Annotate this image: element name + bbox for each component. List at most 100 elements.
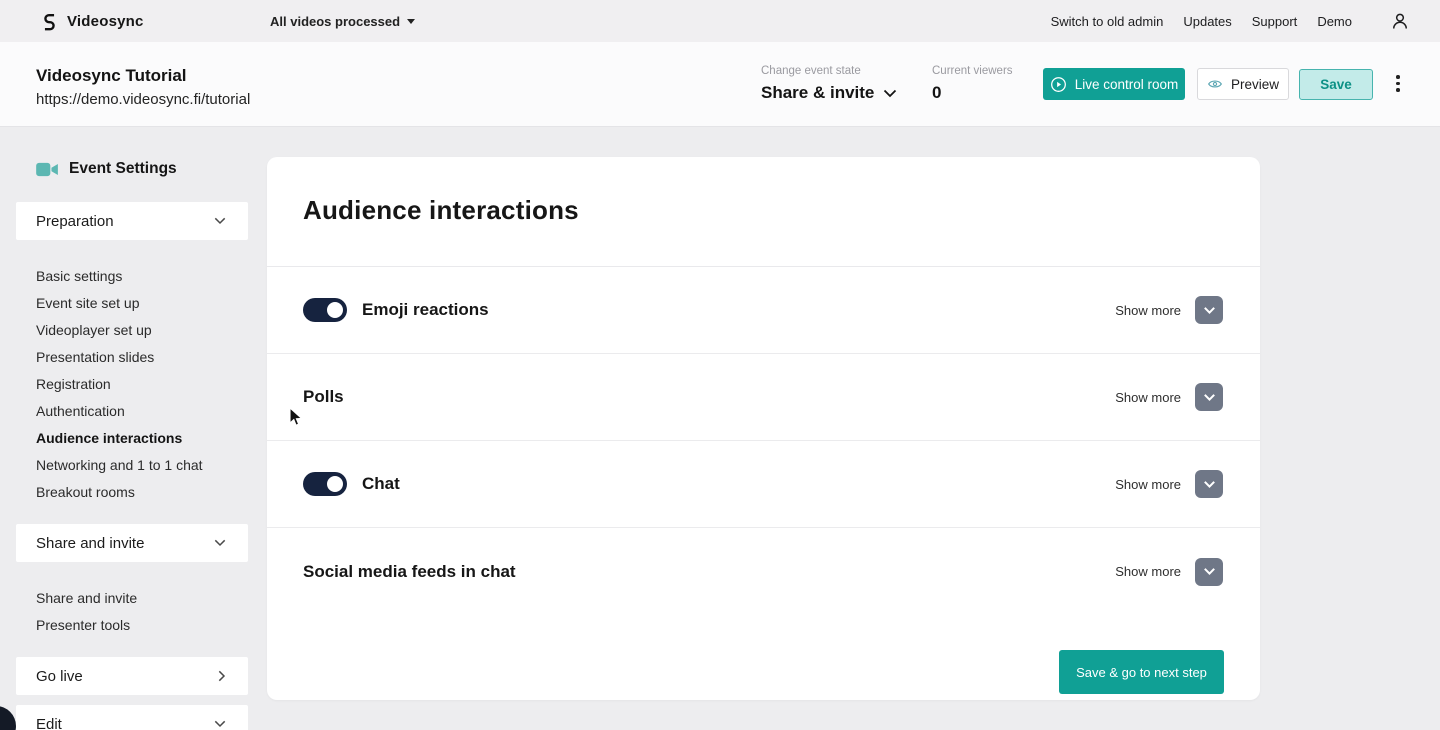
event-state-group: Change event state Share & invite bbox=[761, 65, 897, 103]
chat-toggle[interactable] bbox=[303, 472, 347, 496]
brand-logo[interactable]: Videosync bbox=[40, 0, 144, 42]
sidebar-section-go-live[interactable]: Go live bbox=[16, 657, 248, 695]
videos-status-label: All videos processed bbox=[270, 13, 401, 29]
sidebar-item-presenter-tools[interactable]: Presenter tools bbox=[36, 611, 137, 638]
preview-button[interactable]: Preview bbox=[1197, 68, 1289, 100]
live-control-room-button[interactable]: Live control room bbox=[1043, 68, 1185, 100]
sidebar-section-share-and-invite[interactable]: Share and invite bbox=[16, 524, 248, 562]
sidebar-section-edit[interactable]: Edit bbox=[16, 705, 248, 730]
event-header: Videosync Tutorial https://demo.videosyn… bbox=[0, 42, 1440, 127]
sidebar-item-share-and-invite[interactable]: Share and invite bbox=[36, 584, 137, 611]
row-chat: Chat Show more bbox=[267, 441, 1260, 528]
kebab-dot bbox=[1396, 75, 1400, 79]
sidebar-item-presentation-slides[interactable]: Presentation slides bbox=[36, 343, 203, 370]
row-left: Social media feeds in chat bbox=[303, 562, 516, 582]
row-label: Social media feeds in chat bbox=[303, 561, 516, 581]
chevron-down-icon bbox=[214, 720, 226, 728]
person-icon bbox=[1390, 11, 1410, 31]
row-left: Polls bbox=[303, 387, 344, 407]
eye-icon bbox=[1207, 76, 1223, 92]
preparation-items: Basic settings Event site set up Videopl… bbox=[36, 262, 203, 505]
audience-interactions-card: Audience interactions Emoji reactions Sh… bbox=[267, 157, 1260, 700]
videosync-logo-icon bbox=[40, 12, 59, 31]
sidebar-item-basic-settings[interactable]: Basic settings bbox=[36, 262, 203, 289]
chevron-down-icon bbox=[1203, 393, 1216, 402]
show-more-label[interactable]: Show more bbox=[1115, 564, 1181, 579]
sidebar-item-audience-interactions[interactable]: Audience interactions bbox=[36, 424, 203, 451]
chevron-down-icon bbox=[1203, 480, 1216, 489]
row-polls: Polls Show more bbox=[267, 354, 1260, 441]
show-more-chevron-button[interactable] bbox=[1195, 557, 1223, 586]
updates-link[interactable]: Updates bbox=[1183, 14, 1231, 29]
sidebar-section-preparation[interactable]: Preparation bbox=[16, 202, 248, 240]
current-viewers-label: Current viewers bbox=[932, 65, 1013, 77]
live-control-room-label: Live control room bbox=[1074, 76, 1179, 92]
chevron-down-icon bbox=[214, 217, 226, 225]
chevron-down-icon bbox=[214, 539, 226, 547]
row-right: Show more bbox=[1115, 383, 1223, 411]
row-emoji-reactions: Emoji reactions Show more bbox=[267, 267, 1260, 354]
topnav-links: Switch to old admin Updates Support Demo bbox=[1051, 0, 1352, 42]
videos-status-dropdown[interactable]: All videos processed bbox=[270, 0, 416, 42]
top-navbar: Videosync All videos processed Switch to… bbox=[0, 0, 1440, 42]
go-live-section-label: Go live bbox=[36, 667, 83, 685]
row-right: Show more bbox=[1115, 470, 1223, 498]
save-next-step-button[interactable]: Save & go to next step bbox=[1059, 650, 1224, 694]
edit-section-label: Edit bbox=[36, 715, 62, 730]
row-right: Show more bbox=[1115, 296, 1223, 324]
app-screen: Videosync All videos processed Switch to… bbox=[0, 0, 1440, 730]
share-items: Share and invite Presenter tools bbox=[36, 584, 137, 638]
sidebar-item-networking-1to1-chat[interactable]: Networking and 1 to 1 chat bbox=[36, 451, 203, 478]
kebab-dot bbox=[1396, 81, 1400, 85]
event-state-label: Change event state bbox=[761, 65, 861, 77]
chevron-down-icon bbox=[1203, 567, 1216, 576]
row-left: Emoji reactions bbox=[303, 298, 489, 322]
sidebar-item-registration[interactable]: Registration bbox=[36, 370, 203, 397]
share-section-label: Share and invite bbox=[36, 534, 145, 552]
demo-link[interactable]: Demo bbox=[1317, 14, 1352, 29]
sidebar-item-breakout-rooms[interactable]: Breakout rooms bbox=[36, 478, 203, 505]
event-url-link[interactable]: https://demo.videosync.fi/tutorial bbox=[36, 91, 250, 108]
support-link[interactable]: Support bbox=[1252, 14, 1298, 29]
preview-label: Preview bbox=[1230, 76, 1279, 92]
page-title: Audience interactions bbox=[303, 195, 579, 225]
chevron-down-icon bbox=[883, 89, 897, 98]
show-more-label[interactable]: Show more bbox=[1115, 303, 1181, 318]
toggle-knob bbox=[325, 474, 345, 494]
row-label: Chat bbox=[362, 474, 400, 493]
chevron-right-icon bbox=[218, 670, 226, 682]
show-more-chevron-button[interactable] bbox=[1195, 383, 1223, 411]
row-label: Polls bbox=[303, 387, 344, 406]
sidebar-item-authentication[interactable]: Authentication bbox=[36, 397, 203, 424]
row-right: Show more bbox=[1115, 557, 1223, 586]
show-more-label[interactable]: Show more bbox=[1115, 390, 1181, 405]
current-viewers-count: 0 bbox=[932, 83, 942, 102]
event-state-dropdown[interactable]: Share & invite bbox=[761, 83, 897, 103]
sidebar-title: Event Settings bbox=[36, 160, 177, 178]
emoji-reactions-toggle[interactable] bbox=[303, 298, 347, 322]
show-more-chevron-button[interactable] bbox=[1195, 296, 1223, 324]
kebab-dot bbox=[1396, 88, 1400, 92]
save-button[interactable]: Save bbox=[1299, 69, 1373, 100]
sidebar-item-event-site-set-up[interactable]: Event site set up bbox=[36, 289, 203, 316]
chevron-down-icon bbox=[1203, 306, 1216, 315]
row-left: Chat bbox=[303, 472, 400, 496]
account-button[interactable] bbox=[1390, 11, 1410, 31]
sidebar-item-videoplayer-set-up[interactable]: Videoplayer set up bbox=[36, 316, 203, 343]
brand-name: Videosync bbox=[67, 12, 144, 30]
event-title: Videosync Tutorial bbox=[36, 66, 187, 85]
show-more-chevron-button[interactable] bbox=[1195, 470, 1223, 498]
decorative-corner-shape bbox=[0, 706, 16, 730]
video-camera-icon bbox=[36, 161, 59, 178]
dropdown-caret-icon bbox=[407, 18, 416, 24]
current-viewers-group: Current viewers 0 bbox=[932, 65, 1013, 103]
event-title-block: Videosync Tutorial https://demo.videosyn… bbox=[36, 66, 250, 108]
interaction-rows: Emoji reactions Show more Polls Show mor… bbox=[267, 267, 1260, 615]
more-options-kebab-button[interactable] bbox=[1390, 75, 1406, 95]
toggle-knob bbox=[325, 300, 345, 320]
show-more-label[interactable]: Show more bbox=[1115, 477, 1181, 492]
card-footer: Save & go to next step bbox=[267, 615, 1260, 700]
play-circle-icon bbox=[1050, 76, 1067, 93]
switch-old-admin-link[interactable]: Switch to old admin bbox=[1051, 14, 1164, 29]
event-state-value: Share & invite bbox=[761, 83, 875, 102]
